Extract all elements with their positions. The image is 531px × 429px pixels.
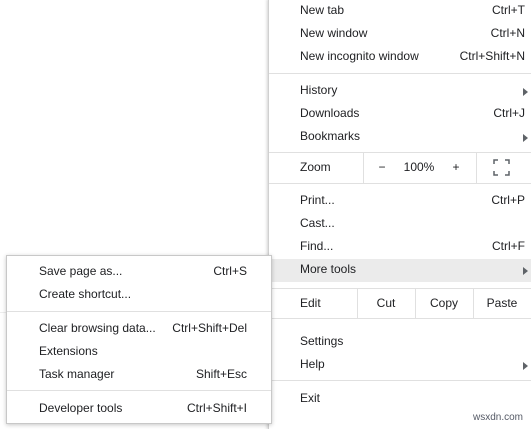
more-tools-submenu: Save page as... Ctrl+S Create shortcut..… (6, 255, 272, 424)
cut-button[interactable]: Cut (357, 288, 415, 318)
submenu-item-shortcut: Shift+Esc (195, 367, 247, 381)
menu-item-settings[interactable]: Settings (269, 331, 531, 353)
menu-item-find[interactable]: Find... Ctrl+F (269, 236, 531, 258)
menu-item-new-tab[interactable]: New tab Ctrl+T (269, 0, 531, 22)
menu-item-label: New window (300, 26, 368, 40)
menu-item-shortcut: Ctrl+N (490, 26, 525, 40)
submenu-separator (7, 311, 271, 312)
menu-item-label: History (300, 83, 338, 97)
menu-item-exit[interactable]: Exit (269, 388, 531, 410)
menu-item-label: Find... (300, 239, 334, 253)
submenu-item-developer-tools[interactable]: Developer tools Ctrl+Shift+I (7, 398, 271, 420)
paste-button[interactable]: Paste (473, 288, 531, 318)
edit-row: Edit Cut Copy Paste (269, 288, 531, 318)
menu-item-shortcut: Ctrl+F (492, 239, 525, 253)
submenu-arrow-icon (523, 362, 528, 370)
menu-item-label: More tools (300, 262, 357, 276)
submenu-item-shortcut: Ctrl+Shift+I (186, 401, 247, 415)
menu-item-label: Exit (300, 391, 321, 405)
menu-item-downloads[interactable]: Downloads Ctrl+J (269, 103, 531, 125)
menu-item-shortcut: Ctrl+Shift+N (459, 49, 525, 63)
menu-item-label: Downloads (300, 106, 360, 120)
menu-item-label: New tab (300, 3, 345, 17)
submenu-item-clear-browsing-data[interactable]: Clear browsing data... Ctrl+Shift+Del (7, 318, 271, 340)
submenu-item-shortcut: Ctrl+S (213, 264, 247, 278)
zoom-divider (363, 152, 364, 183)
menu-item-shortcut: Ctrl+T (492, 3, 525, 17)
menu-item-cast[interactable]: Cast... (269, 213, 531, 235)
menu-item-label: Print... (300, 193, 335, 207)
menu-item-more-tools[interactable]: More tools (269, 259, 531, 282)
submenu-arrow-icon (523, 88, 528, 96)
menu-item-help[interactable]: Help (269, 354, 531, 376)
menu-separator (269, 318, 531, 319)
watermark-text: wsxdn.com (472, 412, 523, 423)
submenu-item-label: Developer tools (39, 401, 123, 415)
menu-item-history[interactable]: History (269, 80, 531, 102)
submenu-item-label: Extensions (39, 344, 98, 358)
zoom-label: Zoom (300, 160, 331, 174)
submenu-item-label: Task manager (39, 367, 115, 381)
menu-item-label: Bookmarks (300, 129, 361, 143)
menu-item-new-incognito-window[interactable]: New incognito window Ctrl+Shift+N (269, 46, 531, 68)
menu-separator (269, 73, 531, 74)
submenu-item-label: Create shortcut... (39, 287, 132, 301)
menu-item-print[interactable]: Print... Ctrl+P (269, 190, 531, 212)
submenu-item-create-shortcut[interactable]: Create shortcut... (7, 284, 271, 306)
edit-label: Edit (300, 296, 321, 310)
menu-separator (269, 380, 531, 381)
zoom-level-value: 100% (403, 160, 435, 174)
copy-button[interactable]: Copy (415, 288, 473, 318)
submenu-item-save-page[interactable]: Save page as... Ctrl+S (7, 261, 271, 283)
menu-separator (269, 183, 531, 184)
submenu-item-label: Clear browsing data... (39, 321, 156, 335)
submenu-separator (7, 390, 271, 391)
zoom-row: Zoom − 100% + (269, 152, 531, 183)
submenu-item-task-manager[interactable]: Task manager Shift+Esc (7, 364, 271, 386)
submenu-item-extensions[interactable]: Extensions (7, 341, 271, 363)
fullscreen-icon[interactable] (493, 159, 510, 176)
menu-item-label: Settings (300, 334, 344, 348)
submenu-arrow-icon (523, 134, 528, 142)
menu-item-new-window[interactable]: New window Ctrl+N (269, 23, 531, 45)
zoom-in-button[interactable]: + (441, 152, 471, 183)
menu-item-label: Help (300, 357, 325, 371)
zoom-out-button[interactable]: − (367, 152, 397, 183)
menu-item-label: New incognito window (300, 49, 419, 63)
submenu-item-shortcut: Ctrl+Shift+Del (172, 321, 247, 335)
menu-item-label: Cast... (300, 216, 335, 230)
submenu-item-label: Save page as... (39, 264, 123, 278)
chrome-main-menu: New tab Ctrl+T New window Ctrl+N New inc… (268, 0, 531, 429)
menu-item-shortcut: Ctrl+J (493, 106, 525, 120)
submenu-arrow-icon (523, 267, 528, 275)
menu-item-shortcut: Ctrl+P (491, 193, 525, 207)
menu-item-bookmarks[interactable]: Bookmarks (269, 126, 531, 148)
zoom-divider (476, 152, 477, 183)
